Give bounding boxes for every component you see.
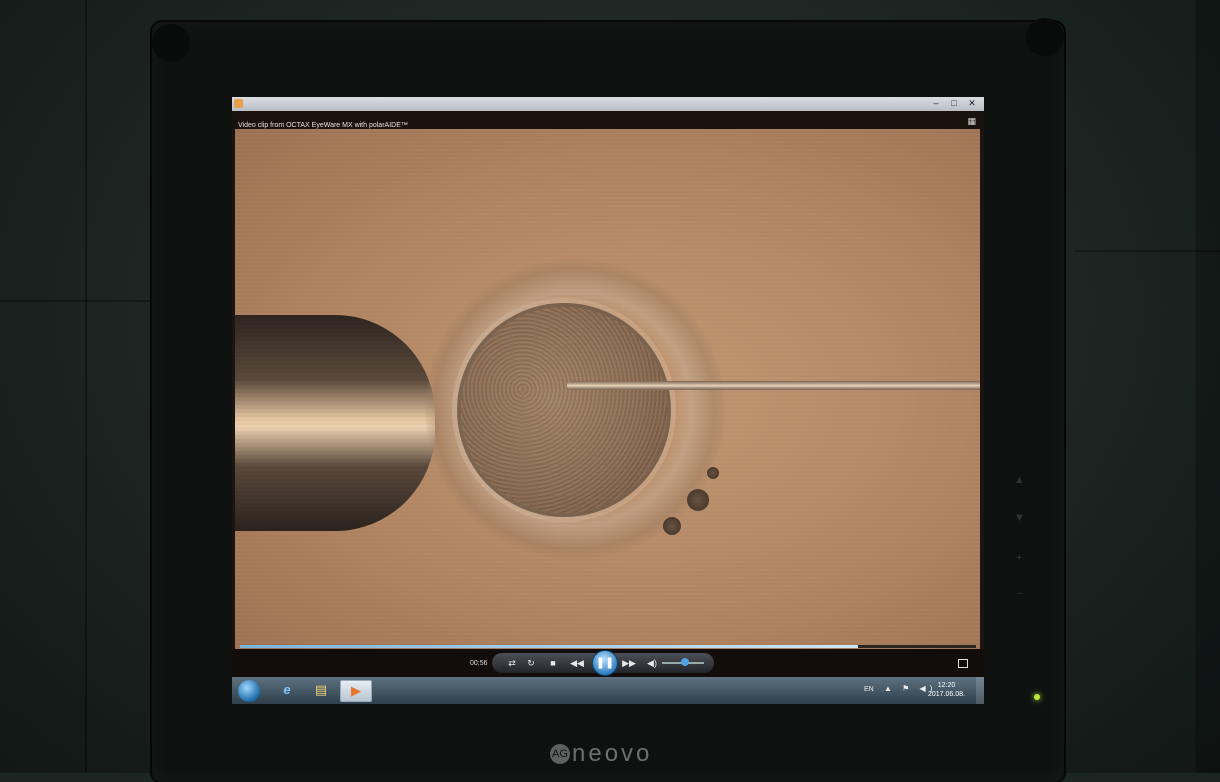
mute-button[interactable]: ◀) <box>644 653 660 673</box>
monitor-brand: AG neovo <box>550 740 652 768</box>
polar-body <box>687 489 709 511</box>
wall-tile-line <box>0 300 160 302</box>
windows-start-icon[interactable] <box>238 680 260 702</box>
wall-tile-line <box>1075 250 1220 252</box>
media-player-app-icon <box>234 99 243 108</box>
language-indicator[interactable]: EN <box>864 686 874 693</box>
monitor-up-button[interactable]: ▲ <box>1014 474 1064 486</box>
stop-button[interactable]: ■ <box>546 653 560 673</box>
video-caption: Video clip from OCTAX EyeWare MX with po… <box>238 122 408 129</box>
screen: – □ ✕ Video clip from OCTAX EyeWare MX w… <box>232 97 984 704</box>
clock[interactable]: 12:20 2017.06.08. <box>928 681 965 699</box>
shuffle-button[interactable]: ⇄ <box>505 653 519 673</box>
clock-time: 12:20 <box>937 682 956 689</box>
polar-body <box>663 517 681 535</box>
layout-switch-icon[interactable]: ▦ <box>967 116 976 127</box>
wall-tile-line <box>85 0 87 773</box>
bezel-corner <box>152 24 190 62</box>
player-controls: 00:56 ⇄ ↻ ■ ◀◀ ❚❚ ▶▶ ◀) <box>232 649 984 677</box>
previous-button[interactable]: ◀◀ <box>566 653 588 673</box>
clock-date: 2017.06.08. <box>928 691 965 698</box>
brand-badge: AG <box>550 744 570 764</box>
close-button[interactable]: ✕ <box>966 98 978 109</box>
monitor-plus-button[interactable]: + <box>1016 552 1064 564</box>
media-player-icon[interactable]: ▶ <box>340 680 372 702</box>
next-button[interactable]: ▶▶ <box>618 653 640 673</box>
maximize-button[interactable]: □ <box>948 98 960 109</box>
cumulus-halo <box>425 259 725 559</box>
holding-pipette <box>235 315 435 531</box>
polar-body <box>707 467 719 479</box>
file-explorer-icon[interactable]: ▤ <box>306 680 336 700</box>
internet-explorer-icon[interactable]: e <box>272 680 302 700</box>
bezel-corner <box>1026 18 1064 56</box>
oocyte <box>461 307 667 513</box>
elapsed-time: 00:56 <box>470 660 488 667</box>
pause-button[interactable]: ❚❚ <box>592 650 618 676</box>
minimize-button[interactable]: – <box>930 98 942 109</box>
monitor-minus-button[interactable]: − <box>1017 588 1064 600</box>
volume-knob[interactable] <box>680 658 689 666</box>
title-bar: – □ ✕ <box>232 97 984 111</box>
seek-bar[interactable] <box>240 645 976 648</box>
video-frame[interactable] <box>235 129 980 665</box>
window-buttons: – □ ✕ <box>930 98 978 109</box>
fullscreen-icon[interactable] <box>958 659 968 668</box>
brand-text: neovo <box>572 740 653 767</box>
seek-bar-progress <box>240 645 859 648</box>
injection-needle <box>567 381 980 390</box>
taskbar: e ▤ ▶ EN ▲ ⚑ ◀) 12:20 2017.06.08. <box>232 677 984 704</box>
monitor-down-button[interactable]: ▼ <box>1014 512 1064 524</box>
show-desktop-button[interactable] <box>976 677 984 704</box>
repeat-button[interactable]: ↻ <box>524 653 538 673</box>
power-led <box>1034 694 1040 700</box>
